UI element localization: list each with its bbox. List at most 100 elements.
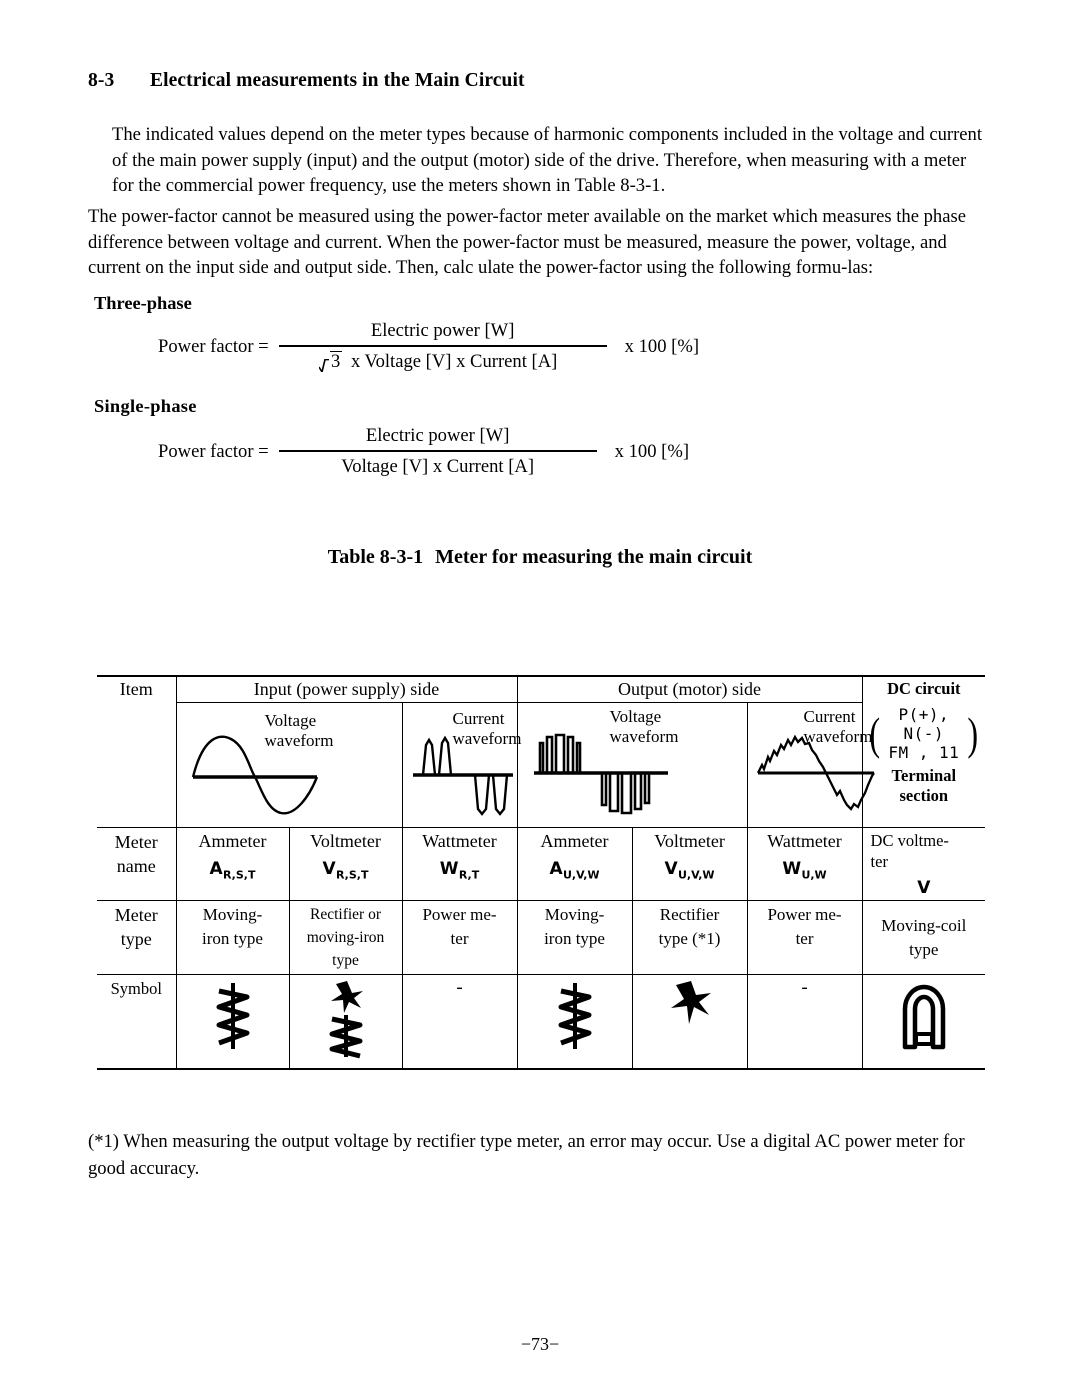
cell-symbol-input-voltmeter — [288, 974, 403, 1070]
meter-name-text: Ammeter — [540, 831, 609, 851]
cell-symbol-input-wattmeter: - — [401, 974, 518, 1070]
rectifier-moving-iron-symbol-icon — [329, 981, 363, 1059]
symbol-letter: V — [664, 859, 678, 879]
single-phase-multiplier: x 100 [%] — [614, 440, 690, 462]
table-caption-title: Meter for measuring the main circuit — [435, 546, 753, 568]
rowlabel-symbol: Symbol — [97, 974, 177, 1070]
cell-meter-type-input-ammeter: Moving- iron type — [175, 900, 290, 975]
rectifier-arrow-part — [330, 981, 363, 1013]
meter-name-symbol: AR,S,T — [181, 857, 285, 887]
symbol-dash: - — [801, 977, 808, 998]
cell-symbol-output-voltmeter — [631, 974, 748, 1070]
matrix-row-1: P(+), N(-) — [898, 705, 950, 743]
square-root-icon: 3 — [318, 351, 343, 373]
symbol-subscript: R,S,T — [223, 868, 256, 882]
moving-coil-symbol-icon — [902, 984, 946, 1050]
three-phase-formula: Power factor = Electric power [W] 3 x Vo… — [158, 320, 699, 373]
meter-table: Item Input (power supply) side Output (m… — [97, 675, 986, 1070]
cell-output-current-waveform: Current waveform — [746, 702, 875, 828]
cell-meter-type-dc: Moving-coil type — [861, 900, 986, 975]
paragraph-powerfactor: The power-factor cannot be measured usin… — [88, 206, 966, 279]
three-phase-multiplier: x 100 [%] — [624, 335, 700, 357]
cell-meter-name-input-wattmeter: Wattmeter WR,T — [401, 827, 518, 901]
cell-symbol-output-ammeter — [516, 974, 633, 1070]
symbol-subscript: U,V,W — [678, 868, 715, 882]
cell-meter-name-output-wattmeter: Wattmeter WU,W — [746, 827, 863, 901]
rowlabel-meter-type: Meter type — [97, 900, 177, 975]
pwm-voltage-wave-icon — [533, 733, 668, 815]
three-phase-heading: Three-phase — [94, 293, 192, 313]
matrix-right-paren-icon: ) — [967, 707, 979, 759]
single-phase-fraction: Electric power [W] Voltage [V] x Current… — [278, 425, 597, 478]
page-number: −73− — [520, 1334, 560, 1354]
header-output-side: Output (motor) side — [516, 675, 863, 703]
three-phase-numerator: Electric power [W] — [370, 320, 515, 341]
cell-symbol-output-wattmeter: - — [746, 974, 863, 1070]
meter-name-text: Voltmeter — [310, 831, 381, 851]
cell-symbol-dc — [861, 974, 986, 1070]
meter-name-symbol: WR,T — [407, 857, 513, 887]
cell-output-voltage-waveform: Voltage waveform — [516, 702, 748, 828]
meter-name-text: Wattmeter — [422, 831, 497, 851]
rectifier-symbol-icon — [670, 981, 711, 1024]
paragraph-intro: The indicated values depend on the meter… — [112, 124, 982, 197]
cell-meter-type-input-wattmeter: Power me- ter — [401, 900, 518, 975]
cell-meter-type-input-voltmeter: Rectifier or moving-iron type — [288, 900, 403, 975]
sine-wave-icon — [191, 735, 318, 815]
moving-iron-symbol-icon — [558, 983, 592, 1049]
header-item: Item — [97, 675, 177, 828]
radical-tick-icon — [318, 359, 329, 372]
cell-meter-type-output-voltmeter: Rectifier type (*1) — [631, 900, 748, 975]
meter-name-symbol: WU,W — [752, 857, 858, 887]
rowlabel-line-1: Meter — [114, 832, 158, 852]
cell-input-voltage-waveform: Voltage waveform — [176, 702, 403, 828]
single-phase-numerator: Electric power [W] — [365, 425, 510, 446]
single-phase-heading: Single-phase — [94, 396, 197, 416]
cell-meter-type-output-ammeter: Moving- iron type — [516, 900, 633, 975]
table-header-row: Item Input (power supply) side Output (m… — [97, 675, 986, 828]
terminal-section-line2: section — [899, 786, 949, 805]
terminal-section-line1: Terminal — [891, 766, 957, 785]
dc-circuit-title: DC circuit — [887, 679, 961, 698]
table-row-meter-name: Meter name Ammeter AR,S,T Voltmeter VR,S… — [97, 827, 986, 901]
meter-name-text: Wattmeter — [767, 831, 842, 851]
symbol-letter: A — [209, 859, 223, 879]
matrix-row-2: FM , 11 — [888, 743, 960, 762]
power-factor-label-three: Power factor = — [158, 335, 269, 357]
three-phase-fraction: Electric power [W] 3 x Voltage [V] x Cur… — [278, 320, 607, 373]
meter-name-text: Ammeter — [198, 831, 267, 851]
meter-name-symbol: AU,V,W — [522, 857, 628, 887]
section-title: Electrical measurements in the Main Circ… — [150, 70, 525, 91]
section-heading: 8-3 Electrical measurements in the Main C… — [88, 70, 988, 92]
rowlabel-line-2: type — [120, 929, 152, 949]
single-phase-formula: Power factor = Electric power [W] Voltag… — [158, 425, 689, 478]
radicand: 3 — [329, 351, 343, 372]
cell-symbol-input-ammeter — [175, 974, 290, 1070]
cell-meter-type-output-wattmeter: Power me- ter — [746, 900, 863, 975]
footnote-text: (*1) When measuring the output voltage b… — [88, 1131, 965, 1179]
matrix-rows: P(+), N(-) FM , 11 — [882, 705, 965, 762]
meter-name-symbol: VU,V,W — [637, 857, 743, 887]
cell-input-current-waveform: Current waveform — [401, 702, 521, 828]
moving-iron-part — [329, 1015, 362, 1059]
table-caption: Table 8-3-1 Meter for measuring the main … — [0, 546, 1080, 569]
three-phase-denominator-rest: x Voltage [V] x Current [A] — [350, 351, 558, 372]
meter-name-text: Voltmeter — [654, 831, 725, 851]
cell-meter-name-dc-voltmeter: DC voltme- ter V — [861, 827, 986, 901]
moving-iron-symbol-icon — [216, 983, 249, 1049]
dc-terminal-matrix: ( P(+), N(-) FM , 11 ) — [867, 705, 982, 762]
header-input-side: Input (power supply) side — [175, 675, 518, 703]
symbol-subscript: R,S,T — [336, 868, 369, 882]
symbol-letter: W — [782, 859, 802, 879]
table-waveform-row: Voltage waveform Current waveform Voltag… — [97, 702, 985, 828]
symbol-subscript: U,W — [801, 868, 827, 882]
symbol-subscript: R,T — [458, 868, 480, 882]
symbol-letter: W — [439, 859, 459, 879]
document-page: 8-3 Electrical measurements in the Main C… — [0, 0, 1080, 1397]
dc-voltmeter-line-2: ter — [870, 852, 888, 871]
power-factor-label-single: Power factor = — [158, 440, 269, 462]
cell-meter-name-output-ammeter: Ammeter AU,V,W — [516, 827, 633, 901]
symbol-subscript: U,V,W — [563, 868, 600, 882]
meter-table-wrapper: Item Input (power supply) side Output (m… — [97, 675, 986, 1103]
table-row-symbol: Symbol - - — [97, 974, 986, 1070]
